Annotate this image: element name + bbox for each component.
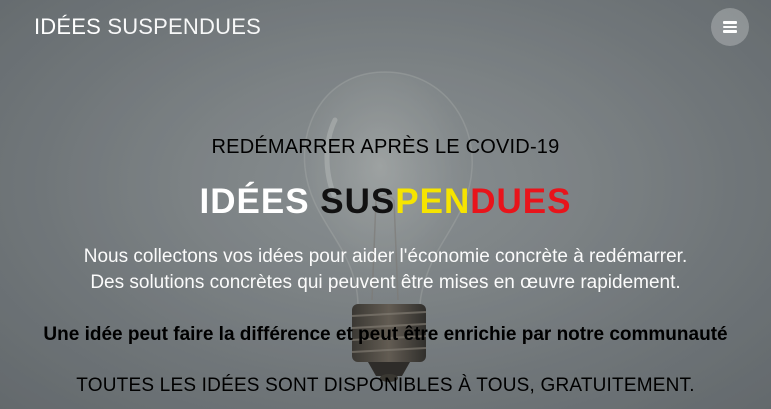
brand-logo[interactable]: IDÉES SUSPENDUES — [34, 13, 261, 41]
title-part-pen: PEN — [395, 182, 471, 221]
title-part-sus: SUS — [320, 182, 396, 221]
hero-free-statement: TOUTES LES IDÉES SONT DISPONIBLES À TOUS… — [76, 375, 695, 396]
hero-lead: Nous collectons vos idées pour aider l'é… — [0, 244, 771, 296]
hero-section: IDÉES SUSPENDUES REDÉMARRER APRÈS LE COV… — [0, 0, 771, 409]
hamburger-menu-icon — [723, 21, 737, 33]
brand-bold-text: IDÉES — [34, 14, 102, 39]
hero-kicker: REDÉMARRER APRÈS LE COVID-19 — [211, 136, 560, 158]
hero-emphasis: Une idée peut faire la différence et peu… — [43, 324, 728, 345]
menu-button[interactable] — [711, 8, 749, 46]
lead-line-2: Des solutions concrètes qui peuvent être… — [90, 272, 681, 293]
brand-light-text: SUSPENDUES — [107, 14, 261, 39]
hero-title: IDÉES SUSPENDUES — [0, 181, 771, 223]
title-part-dues: DUES — [470, 182, 572, 221]
lead-line-1: Nous collectons vos idées pour aider l'é… — [83, 246, 688, 267]
title-part-ideas: IDÉES — [199, 182, 310, 221]
